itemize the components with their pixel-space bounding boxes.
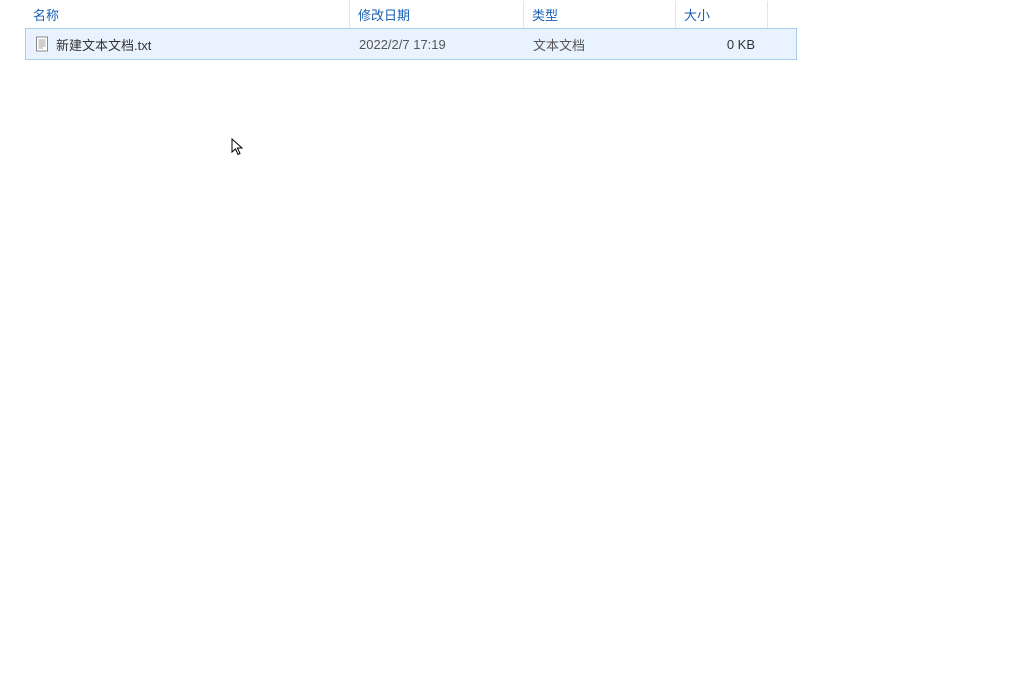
- file-row[interactable]: 新建文本文档.txt 2022/2/7 17:19 文本文档 0 KB: [25, 28, 797, 60]
- mouse-cursor-icon: [231, 138, 245, 156]
- text-file-icon: [34, 36, 50, 52]
- file-name-cell: 新建文本文档.txt: [26, 31, 351, 58]
- column-header-size[interactable]: 大小: [676, 1, 768, 28]
- column-header-type[interactable]: 类型: [524, 1, 676, 28]
- file-size-label: 0 KB: [727, 37, 755, 52]
- column-header-size-label: 大小: [684, 5, 710, 24]
- file-size-cell: 0 KB: [677, 33, 769, 56]
- file-name-label: 新建文本文档.txt: [56, 35, 151, 54]
- file-date-label: 2022/2/7 17:19: [359, 37, 446, 52]
- column-header-type-label: 类型: [532, 5, 558, 24]
- column-header-row: 名称 修改日期 类型 大小: [25, 0, 797, 28]
- file-list-view: 名称 修改日期 类型 大小 新建文本文档.txt: [25, 0, 797, 60]
- column-header-date[interactable]: 修改日期: [350, 1, 524, 28]
- column-header-name[interactable]: 名称: [25, 1, 350, 28]
- column-header-date-label: 修改日期: [358, 5, 410, 24]
- column-header-name-label: 名称: [33, 5, 59, 24]
- file-type-cell: 文本文档: [525, 31, 677, 58]
- file-date-cell: 2022/2/7 17:19: [351, 33, 525, 56]
- file-type-label: 文本文档: [533, 35, 585, 54]
